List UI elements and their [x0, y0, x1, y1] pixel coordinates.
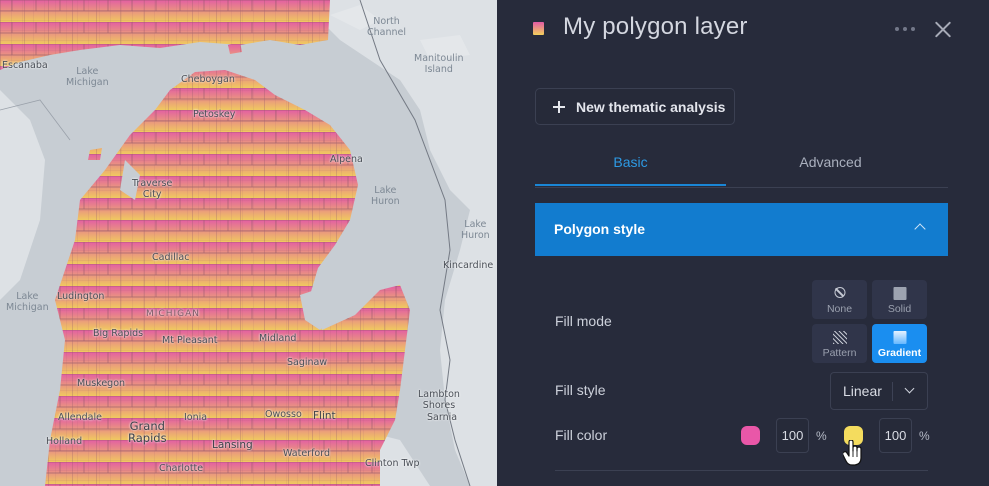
map-label-escanaba: Escanaba	[2, 60, 48, 71]
fill-style-label: Fill style	[555, 382, 606, 398]
more-options-icon[interactable]	[895, 21, 917, 35]
plus-icon	[553, 100, 565, 113]
chevron-up-icon	[914, 223, 926, 235]
fill-mode-none-button[interactable]: None	[812, 280, 867, 319]
fill-style-select[interactable]: Linear	[830, 372, 928, 410]
chevron-down-icon	[904, 383, 915, 394]
map-label-cadillac: Cadillac	[152, 252, 190, 263]
map-label-alpena: Alpena	[330, 154, 363, 165]
fill-mode-gradient-label: Gradient	[877, 347, 922, 359]
fill-mode-none-label: None	[826, 303, 853, 315]
map-label-grand-rapids: Grand Rapids	[128, 419, 167, 445]
fill-color-end-opacity-input[interactable]: 100	[879, 418, 912, 453]
tab-advanced[interactable]: Advanced	[735, 140, 926, 186]
map-label-lambton-shores: Lambton Shores	[418, 389, 460, 411]
new-thematic-analysis-label: New thematic analysis	[576, 98, 726, 115]
map-label-waterford: Waterford	[283, 448, 331, 459]
map-label-big-rapids: Big Rapids	[93, 328, 144, 339]
fill-mode-pattern-label: Pattern	[822, 347, 857, 359]
map-label-lake-michigan-2: Lake Michigan	[6, 291, 49, 313]
map-label-cheboygan: Cheboygan	[181, 74, 235, 85]
map-label-michigan: MICHIGAN	[146, 309, 200, 319]
fill-color-start-percent: %	[816, 429, 827, 443]
select-divider	[892, 382, 893, 401]
map-label-mt-pleasant: Mt Pleasant	[162, 335, 218, 346]
map-label-owosso: Owosso	[265, 409, 302, 420]
tab-basic[interactable]: Basic	[535, 140, 726, 186]
map-label-lansing: Lansing	[212, 439, 253, 451]
map-label-ionia: Ionia	[184, 412, 208, 423]
map-label-lake-huron: Lake Huron	[371, 185, 400, 207]
fill-mode-gradient-button[interactable]: Gradient	[872, 324, 927, 363]
fill-mode-label: Fill mode	[555, 313, 612, 329]
fill-mode-solid-button[interactable]: Solid	[872, 280, 927, 319]
land-wisconsin	[0, 90, 45, 300]
new-thematic-analysis-button[interactable]: New thematic analysis	[535, 88, 735, 125]
no-fill-icon	[834, 287, 845, 298]
fill-style-value: Linear	[843, 383, 882, 399]
fill-color-start-opacity-input[interactable]: 100	[776, 418, 809, 453]
section-divider	[555, 470, 928, 471]
map-label-petoskey: Petoskey	[193, 109, 236, 120]
close-icon[interactable]	[934, 20, 952, 38]
map-label-clinton-twp: Clinton Twp	[365, 458, 420, 469]
map-label-holland: Holland	[46, 436, 83, 447]
section-title: Polygon style	[554, 221, 646, 237]
layer-style-panel: My polygon layer New thematic analysis B…	[497, 0, 989, 486]
map-label-saginaw: Saginaw	[287, 357, 328, 368]
map-label-allendale: Allendale	[58, 412, 102, 423]
gradient-fill-icon	[893, 331, 906, 344]
style-tabs: Basic Advanced	[535, 140, 948, 188]
map-label-north-channel: North Channel	[367, 16, 407, 38]
map-label-traverse-city: Traverse City	[132, 178, 173, 200]
map-label-sarnia: Sarnia	[427, 412, 458, 423]
map-label-charlotte: Charlotte	[159, 463, 204, 474]
panel-title: My polygon layer	[563, 13, 748, 40]
map-label-ludington: Ludington	[57, 291, 105, 302]
fill-color-start-swatch[interactable]	[741, 426, 760, 445]
map-label-lake-michigan: Lake Michigan	[66, 66, 109, 88]
map-view[interactable]: Escanaba Lake Michigan Cheboygan Petoske…	[0, 0, 497, 486]
fill-color-label: Fill color	[555, 427, 608, 443]
map-label-midland: Midland	[259, 333, 297, 344]
map-label-muskegon: Muskegon	[77, 378, 126, 389]
polygon-style-section-header[interactable]: Polygon style	[535, 203, 948, 256]
map-label-flint: Flint	[313, 410, 336, 422]
fill-mode-solid-label: Solid	[887, 303, 912, 315]
map-label-manitoulin-island: Manitoulin Island	[414, 53, 464, 75]
solid-fill-icon	[893, 287, 906, 300]
layer-color-swatch	[533, 22, 544, 35]
map-label-lake-huron-2: Lake Huron	[461, 219, 490, 241]
fill-color-end-swatch[interactable]	[844, 426, 863, 445]
fill-color-end-percent: %	[919, 429, 930, 443]
pattern-fill-icon	[832, 331, 847, 344]
fill-mode-pattern-button[interactable]: Pattern	[812, 324, 867, 363]
map-label-kincardine: Kincardine	[443, 260, 494, 271]
